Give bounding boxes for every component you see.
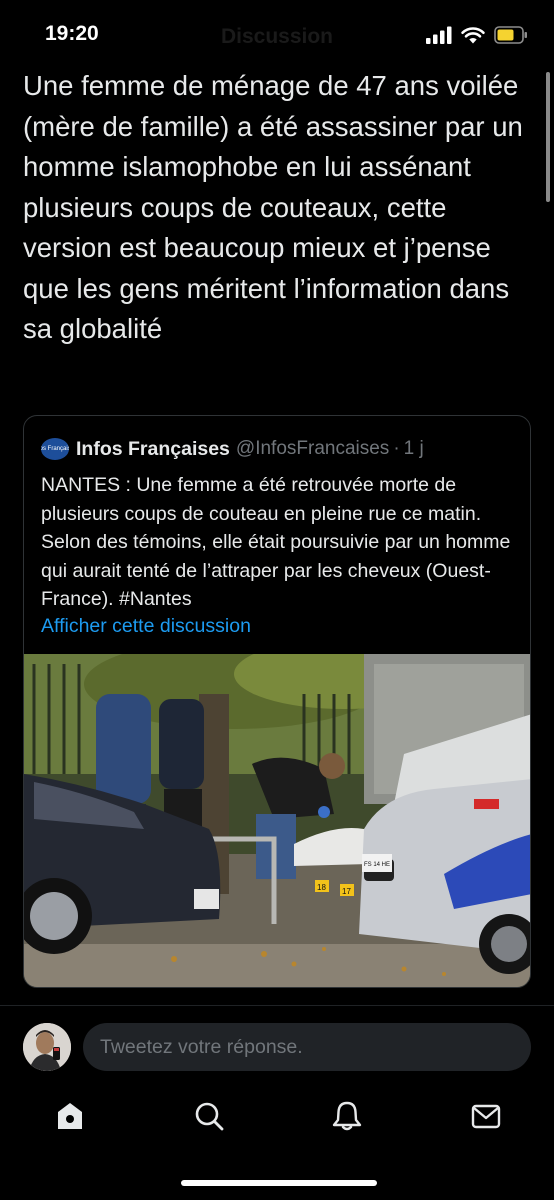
- quoted-tweet-header: Infos Françaises Infos Françaises @Infos…: [41, 436, 424, 462]
- tab-messages[interactable]: [466, 1096, 506, 1136]
- quoted-tweet-text: NANTES : Une femme a été retrouvée morte…: [41, 474, 511, 610]
- quoted-tweet-time: 1 j: [403, 438, 424, 459]
- quoted-tweet-photo[interactable]: 18 17 FS 14 HE: [24, 654, 530, 987]
- tab-search[interactable]: [189, 1096, 229, 1136]
- evidence-marker-18: 18: [317, 883, 326, 892]
- police-plate: FS 14 HE: [364, 862, 390, 868]
- user-avatar[interactable]: [23, 1023, 71, 1071]
- scroll-indicator[interactable]: [546, 72, 550, 202]
- crime-scene-photo: 18 17 FS 14 HE: [24, 654, 530, 987]
- separator-dot: ·: [393, 438, 400, 459]
- search-icon: [195, 1102, 224, 1131]
- home-icon: [58, 1103, 82, 1129]
- quoted-tweet-card[interactable]: Infos Françaises Infos Françaises @Infos…: [23, 415, 531, 988]
- quoted-account-name[interactable]: Infos Françaises: [76, 438, 230, 461]
- tab-notifications[interactable]: [327, 1096, 367, 1136]
- quoted-account-avatar[interactable]: Infos Françaises: [41, 438, 69, 460]
- cellular-signal-icon: [426, 26, 452, 44]
- quoted-account-handle[interactable]: @InfosFrancaises: [236, 438, 389, 460]
- evidence-marker-17: 17: [342, 887, 351, 896]
- reply-input[interactable]: Tweetez votre réponse.: [83, 1023, 531, 1071]
- status-bar: 19:20 Discussion: [0, 0, 554, 70]
- reply-bar: Tweetez votre réponse.: [0, 1005, 554, 1085]
- status-icons: [426, 24, 528, 46]
- home-indicator[interactable]: [181, 1180, 377, 1186]
- messages-icon: [471, 1104, 501, 1129]
- tab-bar: [0, 1088, 554, 1148]
- tweet-text: Une femme de ménage de 47 ans voilée (mè…: [23, 70, 523, 344]
- tab-home[interactable]: [50, 1096, 90, 1136]
- wifi-icon: [461, 27, 485, 44]
- notifications-icon: [332, 1101, 362, 1131]
- battery-icon: [494, 26, 527, 44]
- show-thread-link[interactable]: Afficher cette discussion: [41, 615, 251, 638]
